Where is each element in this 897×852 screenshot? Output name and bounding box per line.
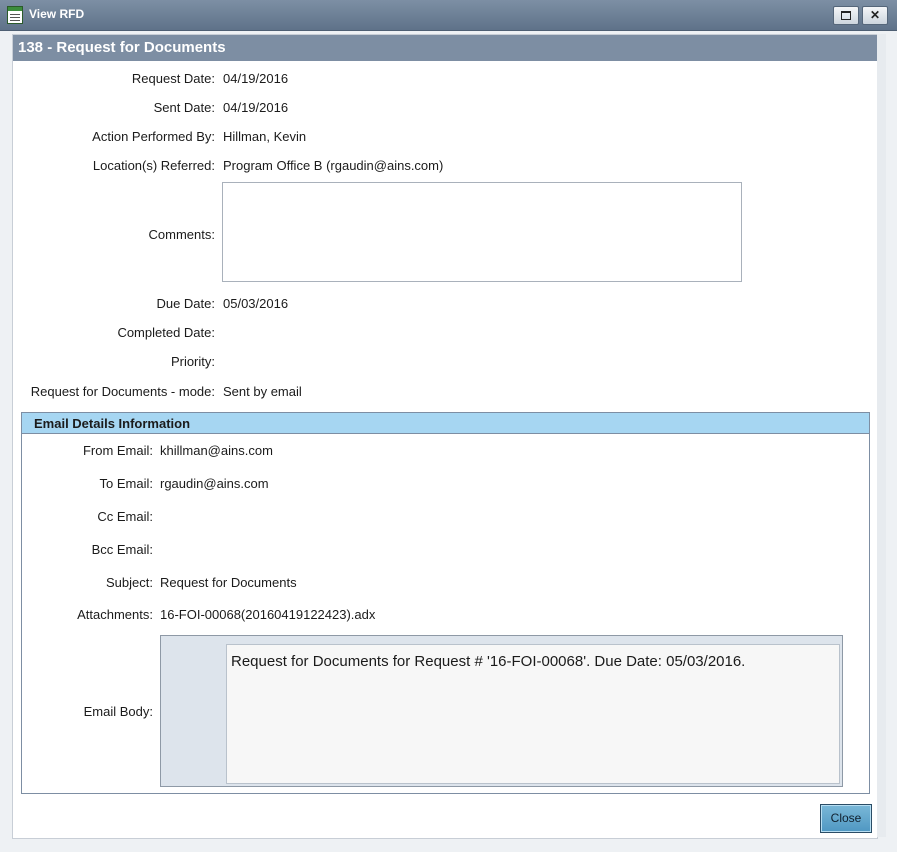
to-email-row: To Email: rgaudin@ains.com xyxy=(22,475,869,493)
bcc-email-row: Bcc Email: xyxy=(22,541,869,559)
window-title-bar: View RFD ✕ xyxy=(0,0,897,31)
action-performed-by-value: Hillman, Kevin xyxy=(223,129,307,144)
attachment-link[interactable]: 16-FOI-00068(20160419122423).adx xyxy=(160,606,375,624)
to-email-value: rgaudin@ains.com xyxy=(160,476,269,491)
attachments-label: Attachments: xyxy=(77,607,153,622)
subject-value: Request for Documents xyxy=(160,575,297,590)
from-email-value: khillman@ains.com xyxy=(160,443,273,458)
window-edge xyxy=(877,34,886,837)
email-details-section: Email Details Information From Email: kh… xyxy=(21,412,870,794)
bcc-email-label: Bcc Email: xyxy=(91,542,153,557)
email-body-frame: Request for Documents for Request # '16-… xyxy=(160,635,843,787)
maximize-icon xyxy=(841,11,851,21)
request-date-label: Request Date: xyxy=(131,71,215,86)
action-performed-by-row: Action Performed By: Hillman, Kevin xyxy=(13,128,877,146)
action-performed-by-label: Action Performed By: xyxy=(92,129,215,144)
sent-date-label: Sent Date: xyxy=(153,100,215,115)
locations-referred-value: Program Office B (rgaudin@ains.com) xyxy=(223,158,444,173)
rfd-panel: 138 - Request for Documents Request Date… xyxy=(12,34,878,839)
subject-row: Subject: Request for Documents xyxy=(22,574,869,592)
email-body-label: Email Body: xyxy=(83,704,153,719)
due-date-label: Due Date: xyxy=(156,296,215,311)
mode-label: Request for Documents - mode: xyxy=(30,384,215,399)
locations-referred-label: Location(s) Referred: xyxy=(92,158,215,173)
sent-date-value: 04/19/2016 xyxy=(223,100,289,115)
email-body-text[interactable]: Request for Documents for Request # '16-… xyxy=(226,644,840,784)
to-email-label: To Email: xyxy=(99,476,153,491)
from-email-row: From Email: khillman@ains.com xyxy=(22,442,869,460)
priority-row: Priority: xyxy=(13,353,877,371)
window-title: View RFD xyxy=(29,7,85,21)
subject-label: Subject: xyxy=(106,575,153,590)
due-date-value: 05/03/2016 xyxy=(223,296,289,311)
close-window-button[interactable]: ✕ xyxy=(862,6,888,25)
mode-value: Sent by email xyxy=(223,384,302,399)
close-button[interactable]: Close xyxy=(820,804,872,833)
form-icon xyxy=(7,6,23,24)
close-icon: ✕ xyxy=(869,8,881,22)
email-details-header: Email Details Information xyxy=(22,413,869,434)
panel-title: 138 - Request for Documents xyxy=(13,35,877,61)
priority-label: Priority: xyxy=(170,354,215,369)
attachments-row: Attachments: 16-FOI-00068(20160419122423… xyxy=(22,606,869,624)
request-date-value: 04/19/2016 xyxy=(223,71,289,86)
cc-email-row: Cc Email: xyxy=(22,508,869,526)
due-date-row: Due Date: 05/03/2016 xyxy=(13,295,877,313)
completed-date-row: Completed Date: xyxy=(13,324,877,342)
maximize-button[interactable] xyxy=(833,6,859,25)
locations-referred-row: Location(s) Referred: Program Office B (… xyxy=(13,157,877,175)
request-date-row: Request Date: 04/19/2016 xyxy=(13,70,877,88)
sent-date-row: Sent Date: 04/19/2016 xyxy=(13,99,877,117)
completed-date-label: Completed Date: xyxy=(117,325,215,340)
comments-field[interactable] xyxy=(222,182,742,282)
from-email-label: From Email: xyxy=(82,443,153,458)
comments-label: Comments: xyxy=(148,227,215,242)
mode-row: Request for Documents - mode: Sent by em… xyxy=(13,383,877,401)
cc-email-label: Cc Email: xyxy=(97,509,153,524)
email-body-row: Email Body: xyxy=(22,703,160,721)
